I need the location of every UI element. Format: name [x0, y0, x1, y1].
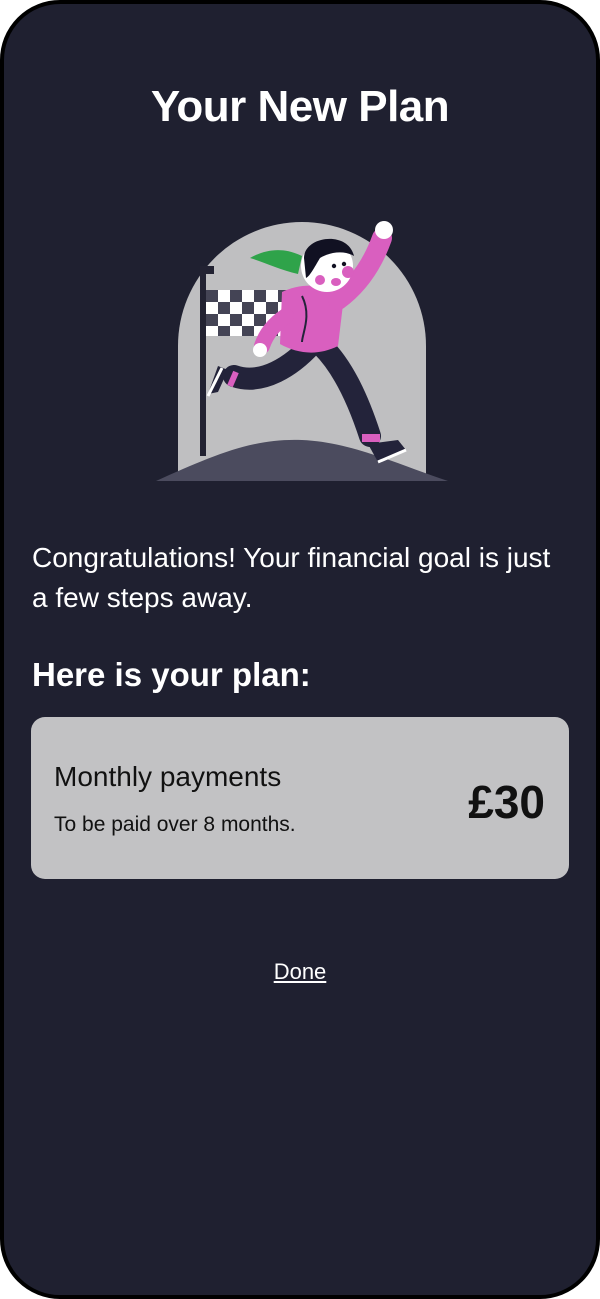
plan-card: Monthly payments To be paid over 8 month… [31, 717, 569, 879]
monthly-amount: £30 [468, 776, 545, 828]
flag-pole [200, 266, 206, 456]
runner-finish-flag-illustration [156, 221, 448, 481]
plan-heading: Here is your plan: [32, 656, 311, 693]
page-title: Your New Plan [150, 82, 450, 131]
payment-duration-text: To be paid over 8 months. [54, 813, 296, 836]
congratulations-message: Congratulations! Your financial goal is … [32, 542, 551, 613]
phone-screen: Your New Plan Congratulations! Your fina… [0, 0, 600, 1299]
done-link[interactable]: Done [4, 959, 596, 985]
monthly-payments-label: Monthly payments [54, 761, 282, 792]
